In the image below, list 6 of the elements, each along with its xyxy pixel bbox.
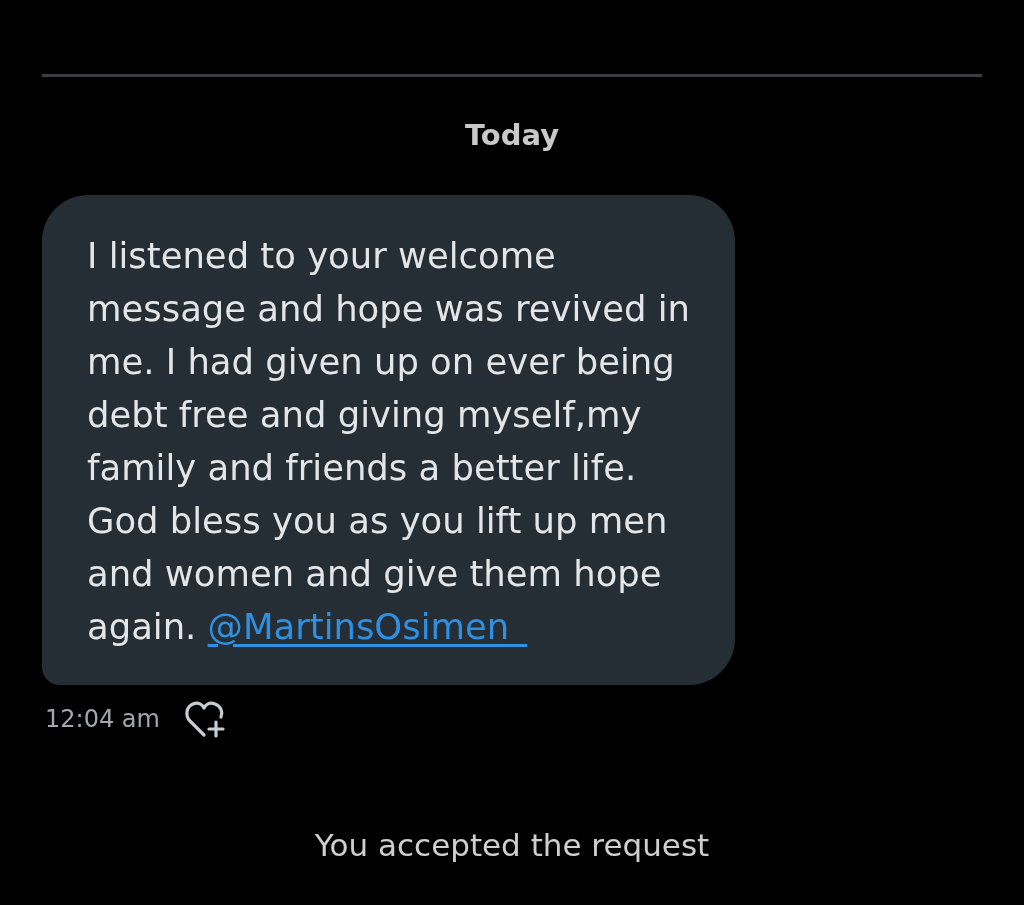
message-text: I listened to your welcome message and hope was revived in me. I had given up on ever being debt free and giving myself,my family and friends a better life. God bless you as you lift up men and women and give them hope again. @MartinsOsimen_: [87, 234, 692, 649]
system-notice: You accepted the request: [314, 827, 710, 863]
date-separator: Today: [464, 117, 560, 153]
heart-plus-icon[interactable]: [183, 699, 226, 739]
mention-link[interactable]: @MartinsOsimen_: [207, 606, 527, 647]
message-timestamp: 12:04 am: [45, 705, 160, 733]
